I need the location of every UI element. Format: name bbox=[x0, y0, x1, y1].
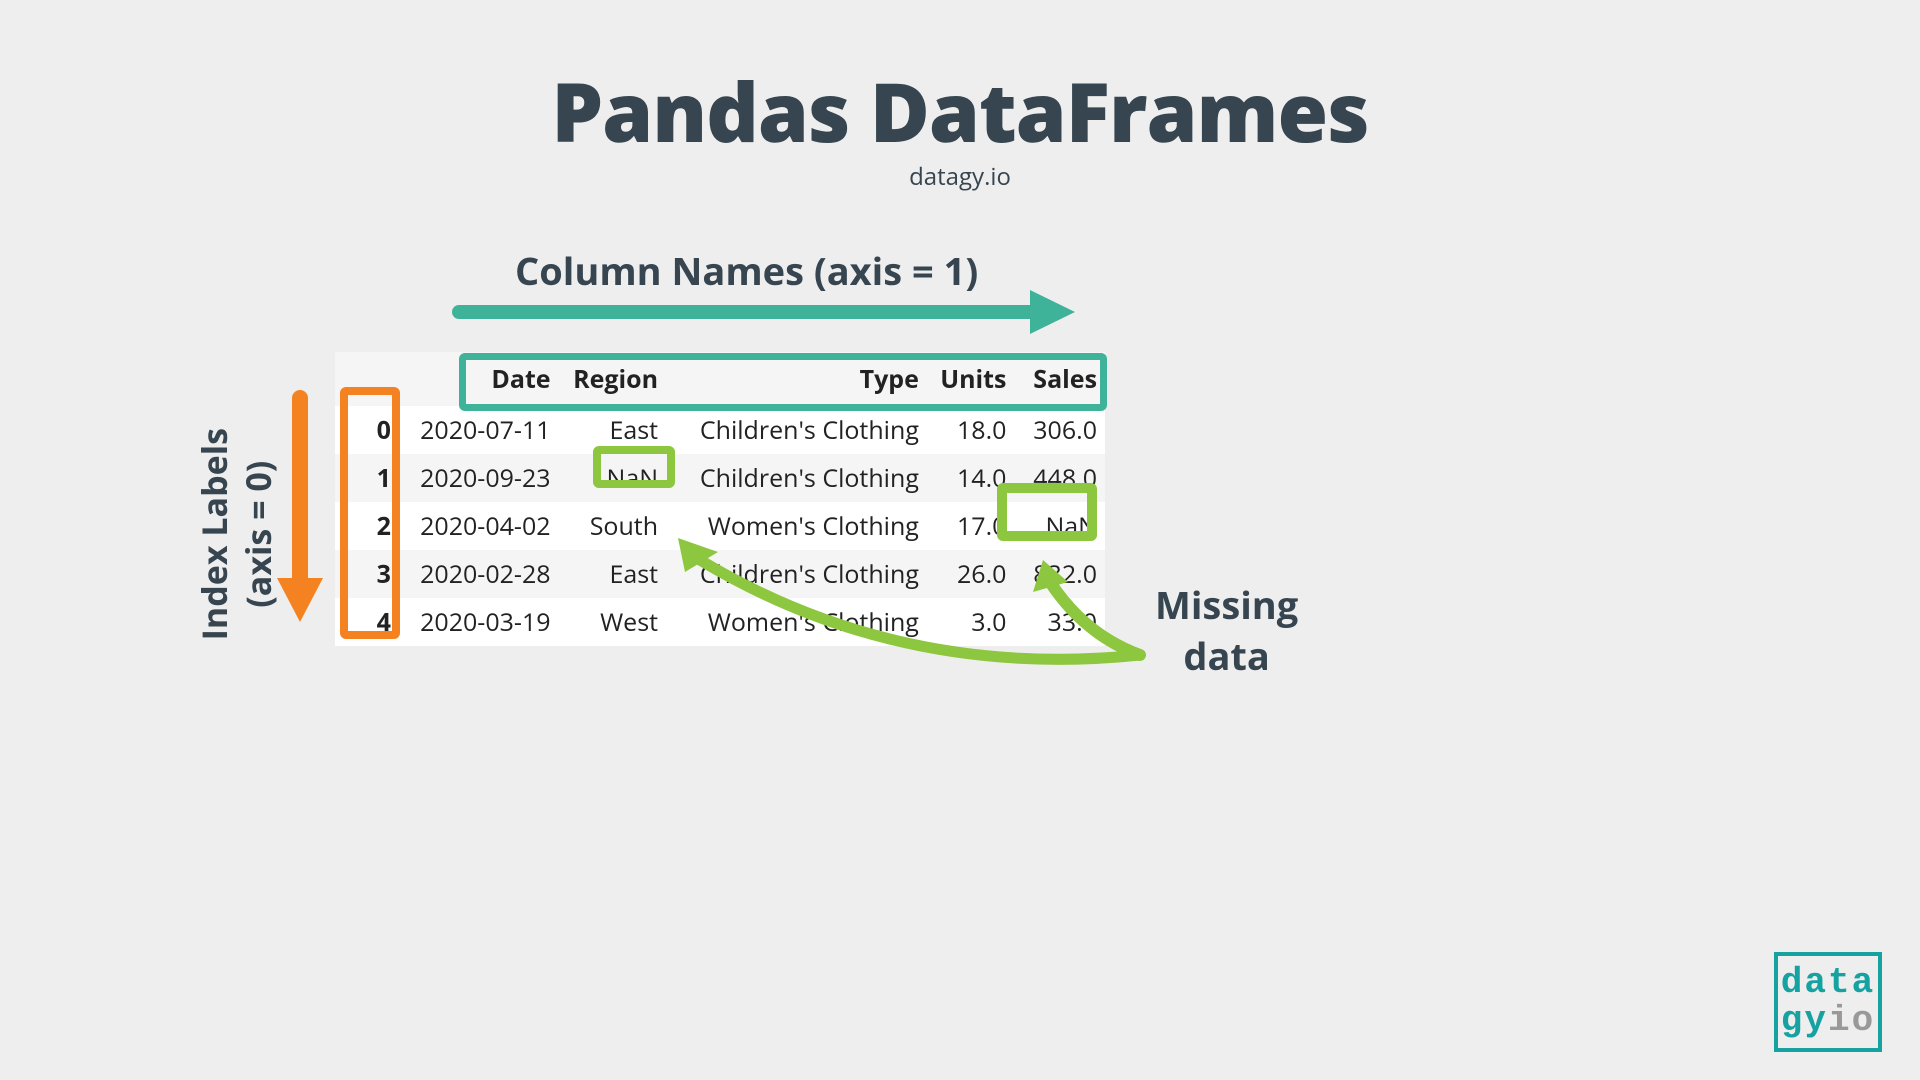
cell-type: Women's Clothing bbox=[666, 598, 927, 646]
header-sales: Sales bbox=[1014, 352, 1105, 406]
index-arrow-icon bbox=[277, 398, 323, 622]
cell-date: 2020-09-23 bbox=[399, 454, 559, 502]
cell-units: 18.0 bbox=[927, 406, 1015, 454]
cell-type: Children's Clothing bbox=[666, 406, 927, 454]
page-title: Pandas DataFrames bbox=[0, 55, 1920, 167]
header-units: Units bbox=[927, 352, 1015, 406]
header-region: Region bbox=[559, 352, 666, 406]
cell-sales: 33.0 bbox=[1014, 598, 1105, 646]
cell-date: 2020-04-02 bbox=[399, 502, 559, 550]
missing-label-line1: Missing bbox=[1155, 579, 1298, 631]
page-subtitle: datagy.io bbox=[0, 160, 1920, 193]
table-row: 4 2020-03-19 West Women's Clothing 3.0 3… bbox=[335, 598, 1105, 646]
cell-region: South bbox=[559, 502, 666, 550]
cell-index: 1 bbox=[335, 454, 399, 502]
cell-units: 17.0 bbox=[927, 502, 1015, 550]
table-header-row: Date Region Type Units Sales bbox=[335, 352, 1105, 406]
cell-sales: 832.0 bbox=[1014, 550, 1105, 598]
missing-label-line2: data bbox=[1183, 630, 1269, 682]
cell-type: Children's Clothing bbox=[666, 454, 927, 502]
cell-region: East bbox=[559, 550, 666, 598]
dataframe-table: Date Region Type Units Sales 0 2020-07-1… bbox=[335, 352, 1105, 646]
header-date: Date bbox=[399, 352, 559, 406]
logo-line2-a: gy bbox=[1781, 1000, 1828, 1041]
cell-index: 0 bbox=[335, 406, 399, 454]
index-label-line2: (axis = 0) bbox=[235, 461, 281, 608]
cell-region: East bbox=[559, 406, 666, 454]
table-row: 0 2020-07-11 East Children's Clothing 18… bbox=[335, 406, 1105, 454]
columns-label: Column Names (axis = 1) bbox=[515, 245, 978, 297]
cell-type: Women's Clothing bbox=[666, 502, 927, 550]
cell-region: West bbox=[559, 598, 666, 646]
table-row: 2 2020-04-02 South Women's Clothing 17.0… bbox=[335, 502, 1105, 550]
header-index bbox=[335, 352, 399, 406]
cell-units: 14.0 bbox=[927, 454, 1015, 502]
cell-date: 2020-03-19 bbox=[399, 598, 559, 646]
cell-index: 3 bbox=[335, 550, 399, 598]
logo-line2-b: io bbox=[1828, 1000, 1875, 1041]
datagy-logo: data gyio bbox=[1774, 952, 1882, 1052]
missing-data-label: Missing data bbox=[1155, 580, 1298, 683]
table-row: 1 2020-09-23 NaN Children's Clothing 14.… bbox=[335, 454, 1105, 502]
cell-date: 2020-02-28 bbox=[399, 550, 559, 598]
table-row: 3 2020-02-28 East Children's Clothing 26… bbox=[335, 550, 1105, 598]
header-type: Type bbox=[666, 352, 927, 406]
cell-index: 2 bbox=[335, 502, 399, 550]
cell-units: 26.0 bbox=[927, 550, 1015, 598]
logo-line1: data bbox=[1781, 964, 1875, 1002]
cell-sales: NaN bbox=[1014, 502, 1105, 550]
index-label: Index Labels (axis = 0) bbox=[192, 428, 280, 640]
cell-region: NaN bbox=[559, 454, 666, 502]
cell-units: 3.0 bbox=[927, 598, 1015, 646]
cell-index: 4 bbox=[335, 598, 399, 646]
cell-sales: 448.0 bbox=[1014, 454, 1105, 502]
cell-date: 2020-07-11 bbox=[399, 406, 559, 454]
cell-type: Children's Clothing bbox=[666, 550, 927, 598]
cell-sales: 306.0 bbox=[1014, 406, 1105, 454]
index-label-line1: Index Labels bbox=[191, 428, 237, 640]
